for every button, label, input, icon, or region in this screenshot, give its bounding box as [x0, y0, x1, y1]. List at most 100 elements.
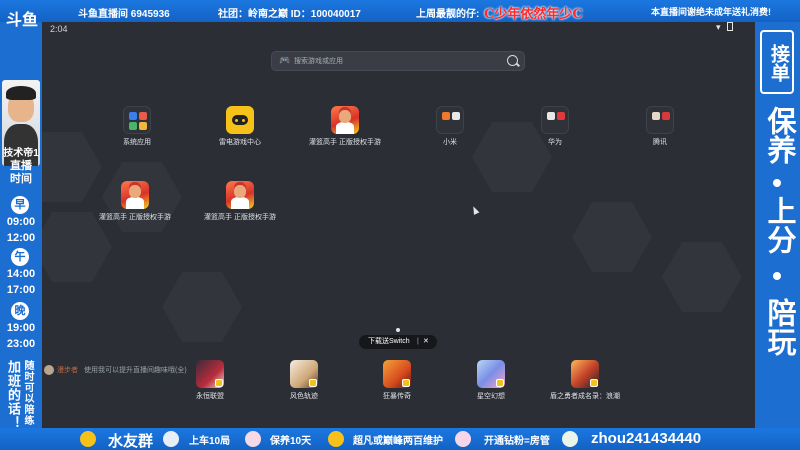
slam-dunk-icon [331, 106, 359, 134]
maintenance-text: 保养10天 [270, 436, 312, 447]
wifi-icon: ▾ [716, 22, 721, 32]
overtime-text: 加班的话！ [6, 360, 21, 430]
app-slam-dunk[interactable]: 灌篮高手 正版授权手游 [295, 106, 395, 156]
minor-notice: 本直播间谢绝未成年送礼消费! [651, 7, 771, 17]
club-info: 社团：岭南之巅 ID：100040017 [218, 9, 361, 20]
dock-app[interactable]: 狂暴传奇 [347, 360, 447, 410]
app-label: 盾之勇者成名录：浪潮 [550, 393, 620, 400]
period-evening: 晚 [11, 302, 29, 320]
app-folder-huawei[interactable]: 华为 [505, 106, 605, 156]
app-leidian-game-center[interactable]: 雷电游戏中心 [190, 106, 290, 156]
status-icons: ▾ [716, 22, 734, 33]
mouse-cursor-icon [470, 205, 480, 215]
rank-maintain-text: 超凡或巅峰两百维护 [353, 436, 443, 447]
app-label: 狂暴传奇 [383, 393, 411, 400]
wechat-icon [562, 431, 578, 447]
emulator-screen: 2:04 ▾ 🎮 搜索游戏或应用 系统应用 雷电游戏中心 灌篮高手 正版授权手游 [42, 22, 755, 428]
time-1900: 19:00 [6, 322, 36, 334]
douyu-logo: 斗鱼 [2, 12, 42, 60]
game-icon [290, 360, 318, 388]
game-icon [477, 360, 505, 388]
app-system-apps[interactable]: 系统应用 [87, 106, 187, 156]
app-label: 灌篮高手 正版授权手游 [99, 214, 171, 221]
left-panel: 斗鱼 技术帝1 直播时间 早 09:00 12:00 午 14:00 17:00… [0, 12, 42, 430]
separator-dot [773, 272, 781, 280]
service-play: 陪玩 [763, 298, 795, 356]
separator-dot [773, 179, 781, 187]
time-0900: 09:00 [6, 216, 36, 228]
app-label: 灌篮高手 正版授权手游 [309, 139, 381, 146]
promo-banner[interactable]: 下载送Switch | ✕ [359, 335, 437, 349]
period-morning: 早 [11, 196, 29, 214]
app-label: 腾讯 [653, 139, 667, 146]
chat-username: 漫步者 [57, 367, 78, 374]
search-placeholder: 搜索游戏或应用 [294, 58, 343, 65]
plane-icon [163, 431, 179, 447]
service-rank: 上分 [763, 196, 795, 254]
app-label: 永恒联盟 [196, 393, 224, 400]
dock-app[interactable]: 星空幻想 [441, 360, 541, 410]
promo-label: 下载送Switch [368, 338, 410, 345]
time-1200: 12:00 [6, 232, 36, 244]
diamond-fan-text: 开通钻粉=房管 [484, 436, 550, 447]
page-indicator [396, 328, 400, 332]
app-label: 华为 [548, 139, 562, 146]
streamer-name: 技术帝1 [3, 148, 39, 159]
best-fan-label: 上周最靓的仔: [416, 9, 480, 20]
lightning-icon [80, 431, 96, 447]
app-label: 星空幻想 [477, 393, 505, 400]
dock-app[interactable]: 盾之勇者成名录：浪潮 [535, 360, 635, 410]
stream-overlay: 斗鱼直播间 6945936 社团：岭南之巅 ID：100040017 上周最靓的… [0, 0, 800, 450]
diamond-icon [455, 431, 471, 447]
room-number: 斗鱼直播间 6945936 [78, 9, 170, 20]
app-label: 系统应用 [123, 139, 151, 146]
schedule-title: 直播时间 [10, 160, 32, 185]
logo-text: 斗鱼 [6, 12, 39, 29]
rank-icon [245, 431, 261, 447]
promo-divider: | [417, 338, 419, 345]
right-panel: 接单 保养 上分 陪玩 [755, 22, 800, 428]
dock-app[interactable]: 风色轨迹 [254, 360, 354, 410]
status-time: 2:04 [50, 24, 68, 34]
time-1400: 14:00 [6, 268, 36, 280]
close-icon[interactable]: ✕ [423, 335, 429, 349]
app-label: 风色轨迹 [290, 393, 318, 400]
time-2300: 23:00 [6, 338, 36, 350]
app-label: 小米 [443, 139, 457, 146]
game-icon [383, 360, 411, 388]
app-folder-tencent[interactable]: 腾讯 [610, 106, 710, 156]
gamepad-icon [226, 106, 254, 134]
period-afternoon: 午 [11, 248, 29, 266]
boarding-text: 上车10局 [189, 436, 231, 447]
app-slam-dunk-2[interactable]: 灌篮高手 正版授权手游 [85, 181, 185, 231]
bottom-banner: 水友群 上车10局 保养10天 超凡或巅峰两百维护 开通钻粉=房管 zhou24… [0, 428, 800, 450]
folder-icon [436, 106, 464, 134]
app-slam-dunk-3[interactable]: 灌篮高手 正版授权手游 [190, 181, 290, 231]
order-tag: 接单 [760, 30, 794, 94]
gamepad-icon: 🎮 [279, 55, 291, 65]
time-1700: 17:00 [6, 284, 36, 296]
game-icon [196, 360, 224, 388]
fan-group-text: 水友群 [108, 433, 154, 450]
search-bar[interactable]: 🎮 搜索游戏或应用 [271, 51, 525, 71]
slam-dunk-icon [226, 181, 254, 209]
battery-icon [727, 22, 734, 31]
anytime-text: 随时可以陪练 [22, 360, 33, 426]
dock-app[interactable]: 永恒联盟 [160, 360, 260, 410]
top-banner: 斗鱼直播间 6945936 社团：岭南之巅 ID：100040017 上周最靓的… [0, 0, 800, 22]
game-icon [571, 360, 599, 388]
crown-icon [328, 431, 344, 447]
folder-icon [541, 106, 569, 134]
slam-dunk-icon [121, 181, 149, 209]
app-folder-xiaomi[interactable]: 小米 [400, 106, 500, 156]
avatar [44, 365, 54, 375]
app-label: 灌篮高手 正版授权手游 [204, 214, 276, 221]
folder-icon [646, 106, 674, 134]
app-label: 雷电游戏中心 [219, 139, 261, 146]
folder-icon [123, 106, 151, 134]
search-icon[interactable] [507, 55, 518, 66]
best-fan-name: C少年依然年少C [484, 7, 583, 22]
order-tag-text: 接单 [768, 44, 789, 82]
wechat-id: zhou241434440 [591, 430, 702, 447]
service-maintain: 保养 [763, 106, 795, 164]
